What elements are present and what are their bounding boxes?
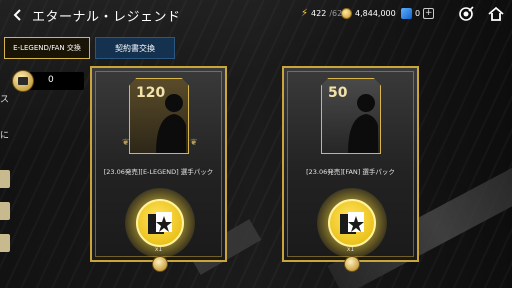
- side-button-2[interactable]: [0, 202, 10, 220]
- page-title: エターナル・レジェンド: [32, 10, 181, 25]
- pack-card-fan[interactable]: 50 [23.06発売][FAN] 選手パック x1: [282, 66, 419, 272]
- coin-value: 4,844,000: [355, 9, 396, 18]
- tab-contract-exchange[interactable]: 契約書交換: [95, 37, 175, 59]
- token-icon: [12, 70, 34, 92]
- stamina-counter: ⚡ 422/62: [301, 8, 342, 19]
- add-gem-icon[interactable]: +: [423, 8, 435, 19]
- gem-value: 0: [415, 9, 421, 18]
- pack-name: [23.06発売][FAN] 選手パック: [306, 168, 395, 176]
- player-card-thumbnail: 50: [321, 78, 381, 154]
- player-pack-icon: [136, 199, 184, 247]
- pack-quantity: x1: [154, 246, 163, 253]
- offscreen-text-1: ス: [0, 95, 10, 105]
- side-button-3[interactable]: [0, 234, 10, 252]
- pack-card-elegend[interactable]: 120 ❦ ❦ [23.06発売][E-LEGEND] 選手パック x1: [90, 66, 227, 272]
- tab-elegend-fan-exchange[interactable]: E-LEGEND/FAN 交換: [4, 37, 90, 59]
- side-button-1[interactable]: [0, 170, 10, 188]
- token-counter: 0: [12, 70, 84, 92]
- lightning-icon: ⚡: [301, 8, 309, 19]
- stamina-value: 422: [311, 9, 327, 18]
- gem-counter[interactable]: 0 +: [401, 8, 435, 19]
- coin-counter: 4,844,000: [341, 8, 396, 19]
- home-icon[interactable]: [488, 6, 504, 22]
- laurel-left-icon: ❦: [122, 138, 130, 148]
- player-card-thumbnail: 120: [129, 78, 189, 154]
- player-silhouette-icon: [348, 94, 378, 153]
- gem-icon: [401, 8, 412, 19]
- laurel-right-icon: ❦: [190, 138, 198, 148]
- medal-icon: [344, 256, 360, 272]
- header-bar: エターナル・レジェンド ⚡ 422/62 4,844,000 0 +: [0, 0, 512, 30]
- medal-icon: [152, 256, 168, 272]
- back-arrow-icon[interactable]: [10, 7, 24, 23]
- offscreen-text-2: に: [0, 131, 10, 141]
- pack-name: [23.06発売][E-LEGEND] 選手パック: [103, 168, 214, 176]
- player-pack-icon: [328, 199, 376, 247]
- target-icon[interactable]: [458, 6, 474, 22]
- player-silhouette-icon: [156, 94, 186, 153]
- coin-icon: [341, 8, 352, 19]
- pack-quantity: x1: [346, 246, 355, 253]
- token-count: 0: [48, 75, 54, 85]
